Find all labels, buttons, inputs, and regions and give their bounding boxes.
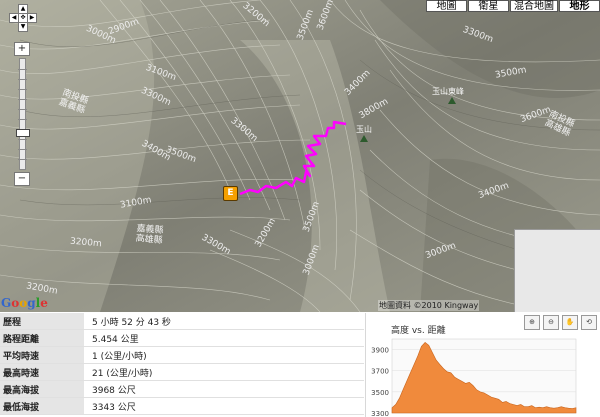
map-type-bar: 地圖 衛星 混合地圖 地形 [425, 0, 600, 12]
stats-value: 3343 公尺 [84, 397, 364, 415]
start-marker[interactable]: E [223, 186, 238, 201]
track-stats-panel: 歷程 5 小時 52 分 43 秒路程距離 5.454 公里 平均時速 1 (公里/小時… [0, 313, 364, 417]
stats-value: 21 (公里/小時) [84, 363, 364, 381]
stats-value: 5 小時 52 分 43 秒 [84, 313, 364, 330]
stats-value: 3968 公尺 [84, 380, 364, 398]
map-type-satellite-button[interactable]: 衛星 [468, 0, 509, 12]
map-copyright: 地圖資料 ©2010 Kingway [378, 300, 480, 311]
stats-row: 平均時速 1 (公里/小時) [0, 346, 364, 364]
map-view[interactable]: 2900m 3100m 3000m 3200m 3300m 3400m 3500… [0, 0, 600, 312]
stats-label: 平均時速 [0, 346, 84, 364]
zoom-out-button[interactable]: − [14, 172, 30, 186]
chart-y-tick-label: 3900 [371, 347, 389, 355]
stats-value: 1 (公里/小時) [84, 346, 364, 364]
chart-y-tick-label: 3500 [371, 389, 389, 397]
map-type-map-button[interactable]: 地圖 [426, 0, 467, 12]
stats-label: 最高海拔 [0, 380, 84, 398]
chart-y-tick-label: 3700 [371, 368, 389, 376]
elevation-chart-panel: 高度 vs. 距離 ⊕ ⊖ ✋ ⟲ 3900 3700 3500 3300 [365, 313, 600, 417]
stats-label: 歷程 [0, 313, 84, 330]
pan-right-icon[interactable]: ▶ [27, 13, 37, 23]
stats-label: 最高時速 [0, 363, 84, 381]
map-type-hybrid-button[interactable]: 混合地圖 [510, 0, 558, 12]
map-type-terrain-button[interactable]: 地形 [559, 0, 600, 12]
stats-label: 最低海拔 [0, 397, 84, 415]
stats-row: 最高時速 21 (公里/小時) [0, 363, 364, 381]
overview-minimap[interactable] [514, 229, 600, 312]
zoom-in-button[interactable]: + [14, 42, 30, 56]
stats-value: 5.454 公里 [84, 329, 364, 347]
stats-row: 歷程 5 小時 52 分 43 秒 [0, 313, 364, 330]
stats-row: 路程距離 5.454 公里 [0, 329, 364, 347]
google-logo: Google [1, 296, 48, 310]
elevation-chart[interactable]: 3900 3700 3500 3300 [366, 313, 600, 417]
zoom-slider-track[interactable] [18, 58, 27, 170]
stats-row: 最低海拔 3343 公尺 [0, 397, 364, 415]
gps-track[interactable] [0, 0, 600, 312]
stats-label: 路程距離 [0, 329, 84, 347]
zoom-slider-thumb[interactable] [16, 129, 30, 137]
start-marker-label: E [227, 188, 234, 198]
stats-row: 最高海拔 3968 公尺 [0, 380, 364, 398]
chart-y-tick-label: 3300 [371, 410, 389, 417]
pan-down-icon[interactable]: ▼ [18, 22, 28, 32]
track-stats-table: 歷程 5 小時 52 分 43 秒路程距離 5.454 公里 平均時速 1 (公里/小時… [0, 313, 364, 415]
